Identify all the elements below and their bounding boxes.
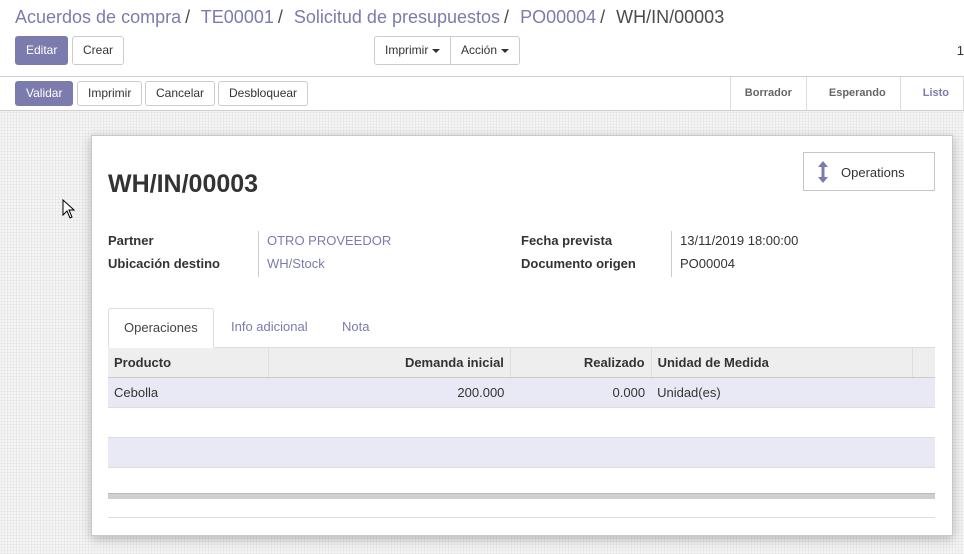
status-bar: Validar Imprimir Cancelar Desbloquear Bo… — [0, 77, 964, 111]
breadcrumb-item-po00004[interactable]: PO00004 — [520, 7, 596, 27]
column-header-uom[interactable]: Unidad de Medida — [651, 348, 913, 378]
print-dropdown[interactable]: Imprimir — [374, 36, 452, 65]
table-row-empty — [108, 407, 935, 438]
unlock-button[interactable]: Desbloquear — [218, 81, 309, 106]
action-dropdown[interactable]: Acción — [450, 36, 521, 65]
column-header-product[interactable]: Producto — [108, 348, 269, 378]
cell-product: Cebolla — [108, 377, 269, 408]
breadcrumb-current: WH/IN/00003 — [616, 7, 725, 27]
partner-label: Partner — [108, 233, 154, 248]
pager[interactable]: 1 — [957, 43, 964, 58]
table-row-empty — [108, 437, 935, 468]
breadcrumb-item-rfq[interactable]: Solicitud de presupuestos — [294, 7, 500, 27]
stage-pipeline: Borrador Esperando Listo — [729, 77, 964, 110]
stage-ready[interactable]: Listo — [900, 77, 964, 110]
operations-table: Producto Demanda inicial Realizado Unida… — [108, 348, 935, 468]
edit-button[interactable]: Editar — [15, 36, 69, 65]
origin-value: PO00004 — [680, 256, 735, 271]
column-header-initial-demand[interactable]: Demanda inicial — [268, 348, 511, 378]
table-footer — [108, 493, 935, 499]
tab-note[interactable]: Nota — [327, 308, 384, 347]
breadcrumb: Acuerdos de compra / TE00001/ Solicitud d… — [15, 7, 724, 28]
breadcrumb-separator: / — [504, 7, 510, 27]
stage-draft[interactable]: Borrador — [731, 77, 807, 110]
stage-waiting[interactable]: Esperando — [807, 77, 901, 110]
sheet-divider — [108, 517, 935, 518]
location-label: Ubicación destino — [108, 256, 220, 271]
breadcrumb-separator: / — [600, 7, 606, 27]
tab-additional-info[interactable]: Info adicional — [216, 308, 323, 347]
field-divider — [258, 231, 259, 277]
table-header-row: Producto Demanda inicial Realizado Unida… — [108, 348, 935, 378]
scheduled-date-label: Fecha prevista — [521, 233, 613, 248]
caret-down-icon — [432, 48, 441, 53]
partner-value-link[interactable]: OTRO PROVEEDOR — [267, 233, 391, 248]
field-divider — [671, 231, 672, 277]
column-header-extra — [912, 348, 935, 378]
operations-button[interactable]: Operations — [803, 152, 935, 191]
breadcrumb-separator: / — [185, 7, 191, 27]
validate-button[interactable]: Validar — [15, 81, 74, 106]
column-header-done[interactable]: Realizado — [510, 348, 652, 378]
tab-operations[interactable]: Operaciones — [108, 308, 214, 348]
notebook-tabs: Operaciones Info adicional Nota — [108, 308, 935, 348]
operations-button-label: Operations — [841, 165, 905, 180]
control-panel: Acuerdos de compra / TE00001/ Solicitud d… — [0, 0, 964, 77]
mouse-cursor-icon — [62, 199, 76, 219]
arrows-vertical-icon — [818, 161, 828, 183]
cancel-button[interactable]: Cancelar — [145, 81, 216, 106]
scheduled-date-value: 13/11/2019 18:00:00 — [680, 233, 799, 248]
location-value-link[interactable]: WH/Stock — [267, 256, 325, 271]
origin-label: Documento origen — [521, 256, 636, 271]
breadcrumb-item-te00001[interactable]: TE00001 — [201, 7, 274, 27]
action-dropdown-label: Acción — [461, 43, 498, 57]
create-button[interactable]: Crear — [72, 36, 125, 65]
print-dropdown-label: Imprimir — [385, 43, 429, 57]
cell-uom: Unidad(es) — [651, 377, 913, 408]
breadcrumb-item-agreements[interactable]: Acuerdos de compra — [15, 7, 181, 27]
table-row[interactable]: Cebolla 200.000 0.000 Unidad(es) — [108, 377, 935, 408]
cell-done: 0.000 — [510, 377, 652, 408]
print-button[interactable]: Imprimir — [77, 81, 143, 106]
caret-down-icon — [501, 48, 510, 53]
cell-initial-demand: 200.000 — [268, 377, 511, 408]
record-title: WH/IN/00003 — [108, 170, 259, 198]
breadcrumb-separator: / — [277, 7, 283, 27]
cell-extra — [912, 377, 935, 408]
form-sheet: WH/IN/00003 Operations Partner OTRO PROV… — [91, 135, 953, 536]
